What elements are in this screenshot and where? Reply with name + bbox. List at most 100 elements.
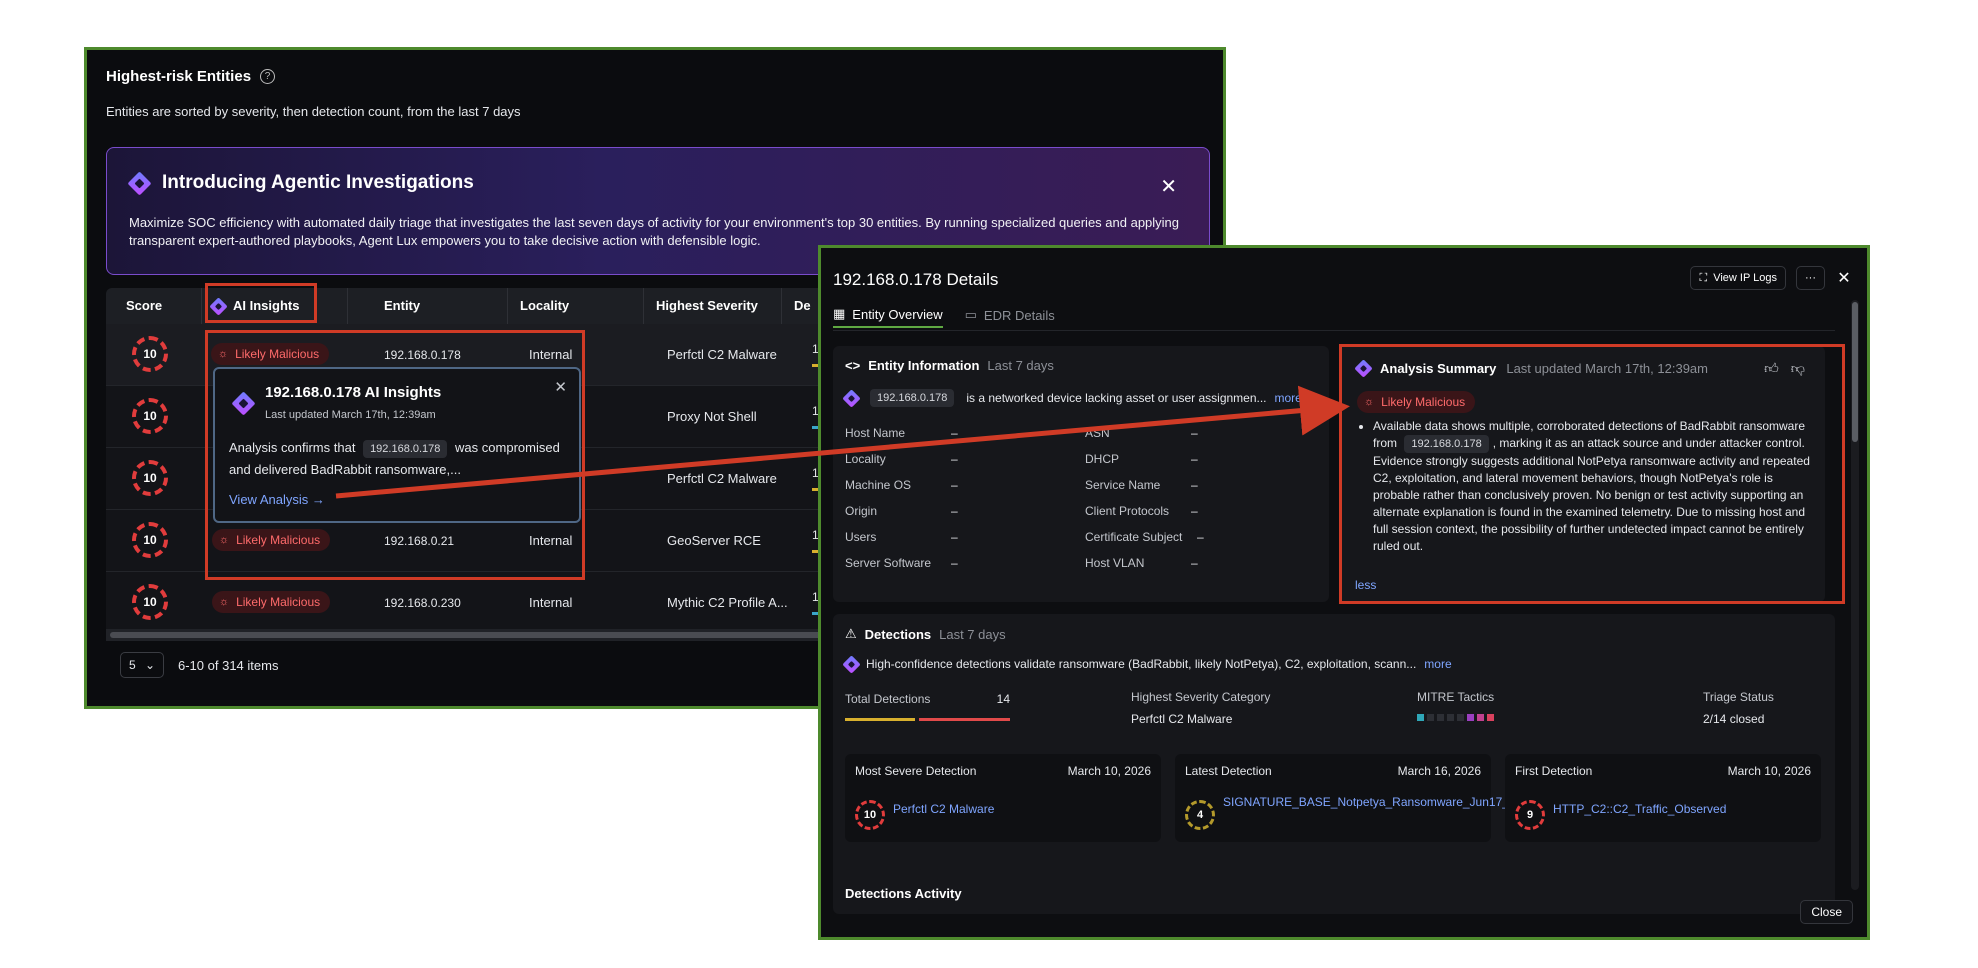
banner-close-icon[interactable]: ✕ <box>1160 174 1177 199</box>
page-size-select[interactable]: 5 ⌄ <box>120 652 164 678</box>
ai-icon <box>1354 359 1373 378</box>
field-label: Host Name <box>845 426 906 440</box>
thumbs-down-icon[interactable]: 👎︎ <box>1791 360 1805 377</box>
entity-information-title: Entity Information <box>868 358 980 373</box>
warning-icon: ⚠ <box>845 626 857 641</box>
field-label: Machine OS <box>845 478 912 492</box>
detections-card: ⚠ Detections Last 7 days High-confidence… <box>833 614 1835 914</box>
more-link[interactable]: more <box>1275 391 1302 405</box>
field-locality: Locality – <box>845 452 958 466</box>
tab-edr-details[interactable]: ▭ EDR Details <box>965 302 1055 328</box>
severity-bar-segment <box>845 718 915 721</box>
popover-text: Analysis confirms that 192.168.0.178 was… <box>229 437 565 481</box>
banner-title-text: Introducing Agentic Investigations <box>162 172 474 193</box>
field-host-name: Host Name – <box>845 426 958 440</box>
field-label: Users <box>845 530 877 544</box>
bug-icon: ☼ <box>219 534 230 546</box>
entity-information-period: Last 7 days <box>987 358 1054 373</box>
category-label: Highest Severity Category <box>1131 690 1271 704</box>
field-value: – <box>1191 504 1198 518</box>
ai-icon <box>842 654 861 674</box>
field-value: – <box>951 556 958 570</box>
mitre-square <box>1417 714 1424 721</box>
column-ai-insights[interactable]: AI Insights <box>202 288 348 324</box>
close-icon[interactable]: ✕ <box>554 378 567 396</box>
most-severe-detection-card[interactable]: Most Severe Detection March 10, 2026 10 … <box>845 754 1161 842</box>
analysis-text: Available data shows multiple, corrobora… <box>1357 418 1817 555</box>
more-link[interactable]: more <box>1424 657 1451 671</box>
mini-card-label: Most Severe Detection <box>855 764 977 778</box>
score-ring: 10 <box>132 336 168 372</box>
panel-title-text: Highest-risk Entities <box>106 68 252 85</box>
thumbs-up-icon[interactable]: 👍︎ <box>1764 360 1779 377</box>
field-value: – <box>1191 556 1198 570</box>
status-badge[interactable]: ☼ Likely Malicious <box>212 591 331 613</box>
more-options-button[interactable]: ··· <box>1796 266 1825 290</box>
category: Perfctl C2 Malware <box>667 471 777 486</box>
detections-summary-line: High-confidence detections validate rans… <box>842 654 1452 674</box>
triage-value[interactable]: 2/14 closed <box>1703 712 1774 726</box>
latest-detection-card[interactable]: Latest Detection March 16, 2026 4 SIGNAT… <box>1175 754 1531 842</box>
column-score[interactable]: Score <box>106 288 202 324</box>
field-value: – <box>951 426 958 440</box>
total-detections-value: 14 <box>996 692 1010 706</box>
entity-ip[interactable]: 192.168.0.230 <box>384 572 461 634</box>
column-highest-severity-category[interactable]: Highest Severity Cate <box>644 288 782 349</box>
book-icon: ▭ <box>964 307 977 322</box>
vertical-scrollbar[interactable] <box>1851 300 1859 890</box>
detections-period: Last 7 days <box>939 626 1006 642</box>
view-analysis-link[interactable]: View Analysis → <box>229 492 325 507</box>
ip-chip: 192.168.0.178 <box>363 440 448 458</box>
first-detection-card[interactable]: First Detection March 10, 2026 9 HTTP_C2… <box>1505 754 1821 842</box>
mitre-tactics: MITRE Tactics <box>1417 690 1494 721</box>
field-value: – <box>951 530 958 544</box>
detection-link[interactable]: Perfctl C2 Malware <box>893 801 1153 817</box>
status-badge[interactable]: ☼ Likely Malicious <box>212 529 331 551</box>
status-badge: ☼ Likely Malicious <box>1357 391 1476 413</box>
analysis-updated: Last updated March 17th, 12:39am <box>1506 361 1708 376</box>
detection-link[interactable]: SIGNATURE_BASE_Notpetya_Ransomware_Jun17… <box>1223 794 1531 810</box>
help-icon[interactable]: ? <box>260 69 276 84</box>
category: Mythic C2 Profile A... <box>667 595 788 610</box>
banner-title: Introducing Agentic Investigations <box>127 170 474 196</box>
view-ip-logs-button[interactable]: ⛶ View IP Logs <box>1690 266 1786 290</box>
column-locality[interactable]: Locality <box>508 288 644 324</box>
field-label: Locality <box>845 452 886 466</box>
ai-icon <box>842 388 861 408</box>
code-icon: <> <box>845 358 861 373</box>
popover-updated: Last updated March 17th, 12:39am <box>265 409 436 421</box>
feedback-buttons: 👍︎ 👎︎ <box>1764 360 1805 377</box>
triage-status: Triage Status 2/14 closed <box>1703 690 1774 726</box>
detections-summary-text: High-confidence detections validate rans… <box>866 657 1417 671</box>
field-client-protocols: Client Protocols – <box>1085 504 1198 518</box>
category: GeoServer RCE <box>667 533 761 548</box>
agent-lux-icon <box>127 170 152 196</box>
close-icon[interactable]: ✕ <box>1835 268 1853 288</box>
category-value: Perfctl C2 Malware <box>1131 712 1233 726</box>
tab-entity-overview[interactable]: ▦ Entity Overview <box>833 302 943 328</box>
mitre-square <box>1457 714 1464 721</box>
close-button[interactable]: Close <box>1800 900 1853 924</box>
field-label: Server Software <box>845 556 932 570</box>
less-link[interactable]: less <box>1355 578 1376 592</box>
mitre-squares[interactable] <box>1417 714 1494 721</box>
status-badge[interactable]: ☼ Likely Malicious <box>211 343 330 365</box>
mitre-square <box>1447 714 1454 721</box>
field-value: – <box>951 452 958 466</box>
field-users: Users – <box>845 530 958 544</box>
column-entity[interactable]: Entity <box>372 288 508 324</box>
popover-text-pre: Analysis confirms that <box>229 440 356 455</box>
page-size-value: 5 <box>129 658 136 672</box>
detection-link[interactable]: HTTP_C2::C2_Traffic_Observed <box>1553 801 1813 817</box>
total-detections: Total Detections 14 <box>845 692 1010 721</box>
mitre-label: MITRE Tactics <box>1417 690 1495 704</box>
panel-title: Highest-risk Entities ? <box>106 68 276 85</box>
field-value: – <box>951 504 958 518</box>
detections-activity-title: Detections Activity <box>845 886 962 901</box>
ai-insights-icon <box>209 296 228 316</box>
entity-information-card: <> Entity Information Last 7 days 192.16… <box>833 346 1329 602</box>
scroll-thumb[interactable] <box>1852 302 1858 442</box>
detections-header: ⚠ Detections Last 7 days <box>845 626 1006 642</box>
analysis-bullet: Available data shows multiple, corrobora… <box>1373 418 1817 555</box>
bug-icon: ☼ <box>218 348 229 360</box>
